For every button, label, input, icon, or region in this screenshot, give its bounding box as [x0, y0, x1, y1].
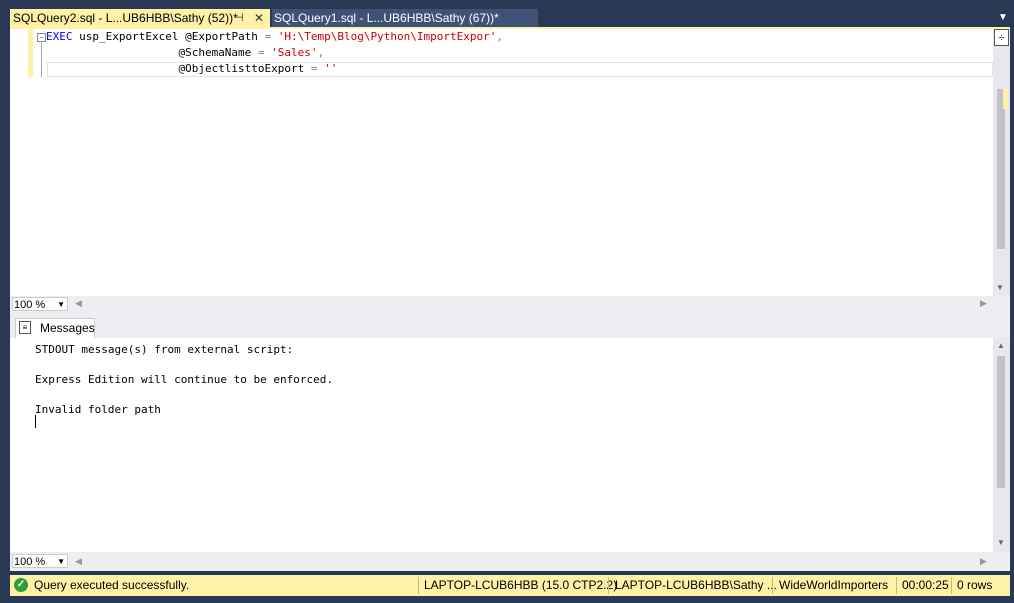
- tab-sqlquery2[interactable]: SQLQuery2.sql - L...UB6HBB\Sathy (52))* …: [10, 9, 270, 27]
- scroll-thumb[interactable]: [997, 89, 1005, 249]
- change-marker: [1003, 89, 1008, 109]
- editor-vertical-scrollbar[interactable]: ÷ ▼: [993, 29, 1010, 296]
- editor-zoom-bar: 100 % ▼ ◀ ▶: [10, 296, 1010, 313]
- tab-messages-label: Messages: [40, 321, 95, 335]
- results-zoom-bar: 100 % ▼ ◀ ▶: [10, 552, 1010, 571]
- status-database: WideWorldImporters: [779, 578, 889, 592]
- query-editor[interactable]: − EXEC usp_ExportExcel @ExportPath = 'H:…: [10, 29, 1010, 296]
- scroll-left-icon[interactable]: ◀: [75, 298, 82, 309]
- messages-icon: ≡: [19, 321, 31, 334]
- zoom-value: 100 %: [14, 556, 46, 568]
- messages-text: STDOUT message(s) from external script: …: [35, 343, 334, 416]
- status-user: LAPTOP-LCUB6HBB\Sathy ...: [615, 578, 777, 592]
- messages-pane[interactable]: STDOUT message(s) from external script: …: [10, 338, 1010, 552]
- divider: [896, 577, 897, 594]
- document-tab-strip: SQLQuery2.sql - L...UB6HBB\Sathy (52))* …: [10, 9, 1012, 27]
- scroll-right-icon[interactable]: ▶: [980, 556, 987, 567]
- scroll-down-icon[interactable]: ▼: [997, 538, 1005, 547]
- outline-line: [41, 41, 42, 77]
- code-line-2: @SchemaName = 'Sales',: [178, 46, 325, 59]
- scroll-down-icon[interactable]: ▼: [996, 283, 1004, 292]
- code-line-3: @ObjectlisttoExport = '': [178, 62, 338, 75]
- divider: [772, 577, 773, 594]
- chevron-down-icon[interactable]: ▼: [998, 12, 1008, 23]
- scroll-left-icon[interactable]: ◀: [75, 556, 82, 567]
- chevron-down-icon: ▼: [57, 300, 65, 309]
- status-message: Query executed successfully.: [34, 578, 190, 592]
- text-caret: [35, 415, 36, 428]
- divider: [418, 577, 419, 594]
- code-line-1: EXEC usp_ExportExcel @ExportPath = 'H:\T…: [46, 30, 503, 43]
- editor-zoom-select[interactable]: 100 % ▼: [12, 297, 68, 311]
- scroll-up-icon[interactable]: ▲: [997, 341, 1005, 350]
- check-circle-icon: ✓: [14, 578, 28, 592]
- status-elapsed: 00:00:25: [902, 578, 949, 592]
- divider: [951, 577, 952, 594]
- tab-messages[interactable]: ≡ Messages: [15, 318, 95, 338]
- query-status-bar: ✓ Query executed successfully. LAPTOP-LC…: [10, 575, 1010, 596]
- pin-icon[interactable]: ⊣: [234, 9, 244, 27]
- status-server: LAPTOP-LCUB6HBB (15.0 CTP2.2): [424, 578, 618, 592]
- zoom-value: 100 %: [14, 299, 46, 311]
- tab-label: SQLQuery1.sql - L...UB6HBB\Sathy (67))*: [274, 11, 499, 25]
- scroll-thumb[interactable]: [997, 356, 1005, 488]
- divider: [608, 577, 609, 594]
- messages-vertical-scrollbar[interactable]: ▲ ▼: [993, 338, 1010, 552]
- tab-sqlquery1[interactable]: SQLQuery1.sql - L...UB6HBB\Sathy (67))*: [272, 9, 538, 27]
- results-zoom-select[interactable]: 100 % ▼: [12, 554, 68, 568]
- code-text[interactable]: EXEC usp_ExportExcel @ExportPath = 'H:\T…: [46, 29, 503, 77]
- tab-label: SQLQuery2.sql - L...UB6HBB\Sathy (52))*: [13, 11, 238, 25]
- status-rows: 0 rows: [957, 578, 993, 592]
- results-tab-strip: ≡ Messages: [10, 313, 1010, 338]
- scroll-right-icon[interactable]: ▶: [980, 298, 987, 309]
- close-icon[interactable]: ✕: [254, 9, 264, 27]
- change-margin: [28, 29, 33, 77]
- ssms-window: SQLQuery2.sql - L...UB6HBB\Sathy (52))* …: [0, 0, 1014, 603]
- chevron-down-icon: ▼: [57, 557, 65, 566]
- split-icon[interactable]: ÷: [994, 29, 1009, 46]
